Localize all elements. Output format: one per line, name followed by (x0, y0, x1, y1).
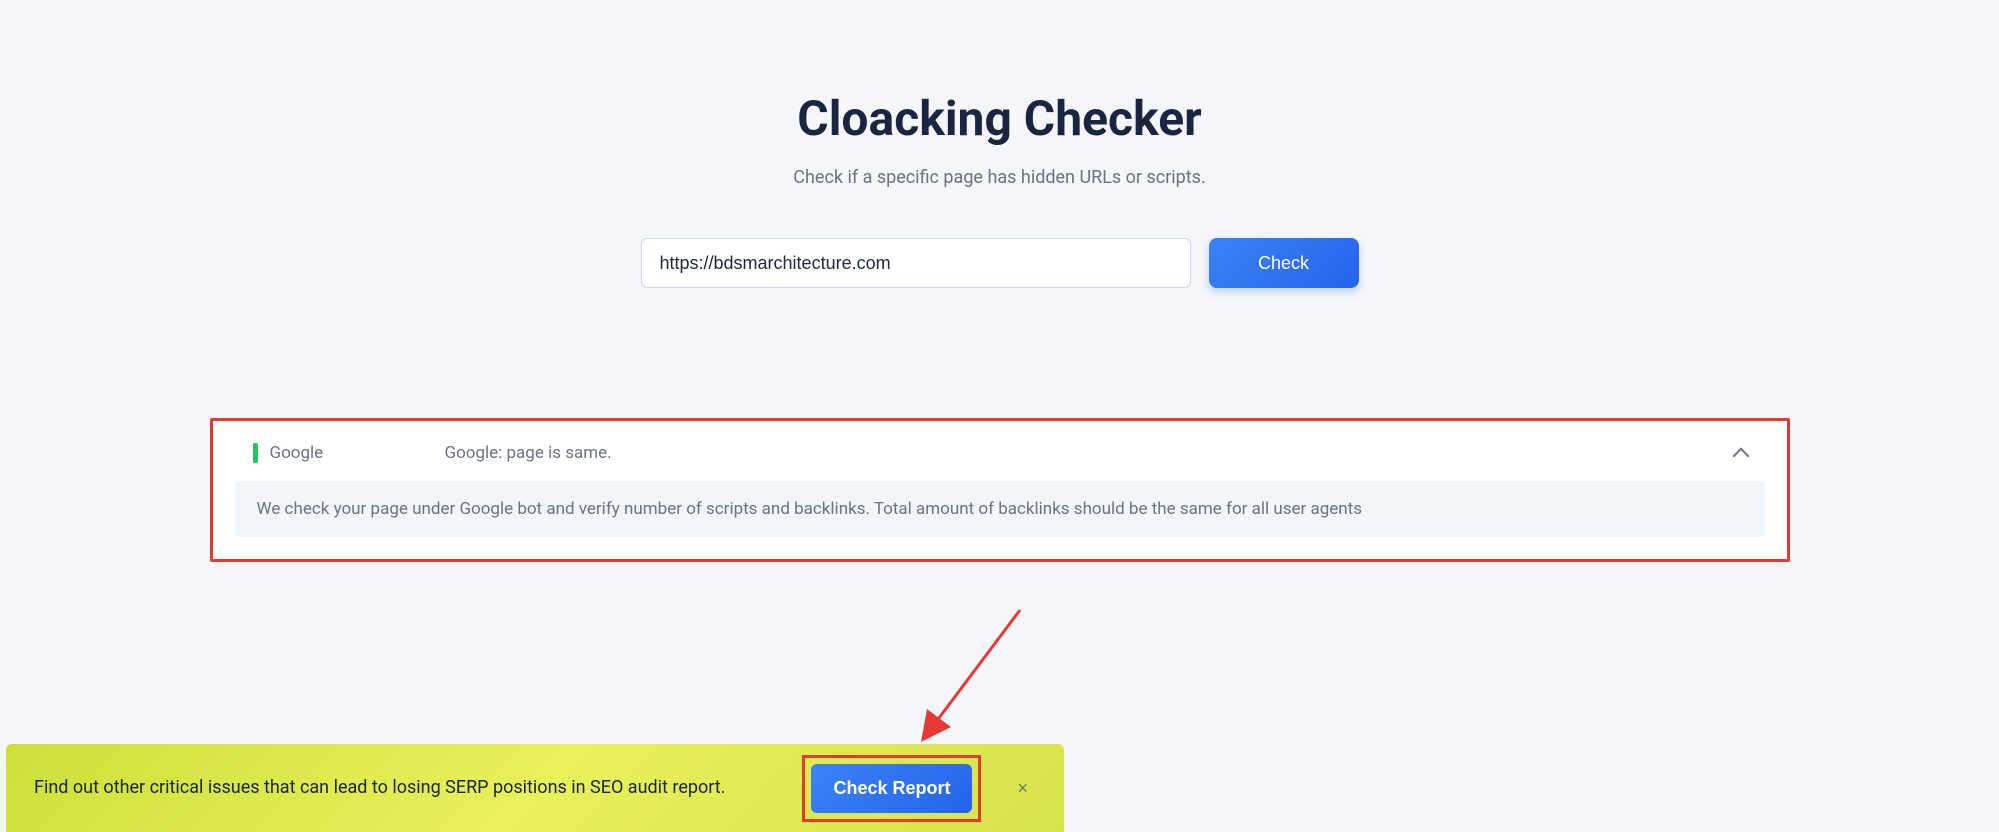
result-message: Google: page is same. (445, 443, 612, 463)
result-panel: Google Google: page is same. We check yo… (210, 418, 1790, 562)
close-icon[interactable]: × (1009, 770, 1036, 807)
result-source: Google (270, 443, 445, 463)
chevron-up-icon[interactable] (1735, 447, 1747, 466)
check-report-button[interactable]: Check Report (811, 764, 972, 813)
banner-button-highlight: Check Report (802, 755, 981, 822)
status-indicator (253, 443, 258, 463)
page-subtitle: Check if a specific page has hidden URLs… (200, 167, 1800, 188)
promo-banner: Find out other critical issues that can … (6, 744, 1064, 832)
result-detail: We check your page under Google bot and … (235, 481, 1765, 537)
annotation-arrow (910, 600, 1030, 750)
check-button[interactable]: Check (1209, 238, 1359, 288)
page-title: Cloacking Checker (200, 90, 1800, 147)
banner-text: Find out other critical issues that can … (34, 774, 782, 803)
search-row: Check (200, 238, 1800, 288)
url-input[interactable] (641, 238, 1191, 288)
result-header[interactable]: Google Google: page is same. (233, 443, 1767, 463)
